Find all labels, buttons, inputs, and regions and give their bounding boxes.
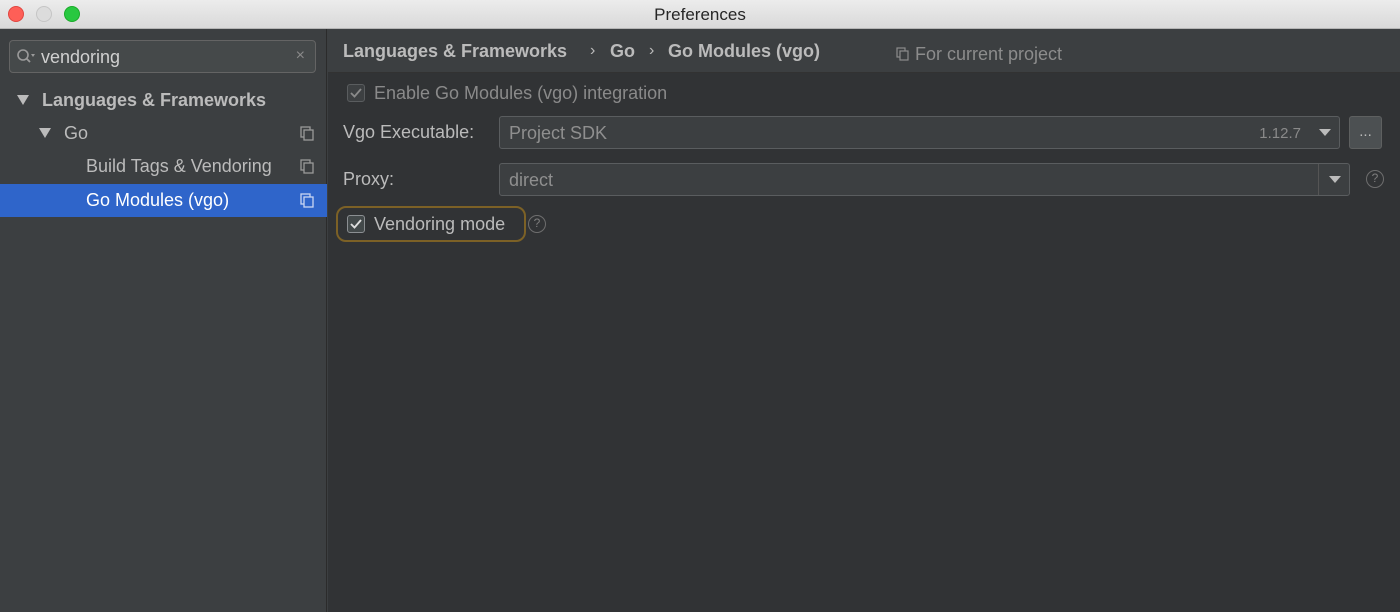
chevron-down-icon[interactable] bbox=[1329, 176, 1341, 184]
enable-go-modules-checkbox[interactable] bbox=[347, 84, 365, 102]
vgo-executable-select[interactable]: Project SDK 1.12.7 bbox=[499, 116, 1340, 149]
vendoring-help-icon[interactable]: ? bbox=[528, 215, 546, 233]
tree-item-go-modules[interactable]: Go Modules (vgo) bbox=[0, 184, 327, 217]
proxy-help-icon[interactable]: ? bbox=[1366, 170, 1384, 188]
vendoring-mode-label[interactable]: Vendoring mode bbox=[374, 214, 505, 235]
project-scope-icon bbox=[300, 159, 314, 174]
search-input[interactable]: vendoring × bbox=[9, 40, 316, 73]
expand-arrow-icon[interactable] bbox=[16, 93, 30, 107]
proxy-value: direct bbox=[509, 170, 554, 190]
proxy-combobox[interactable]: direct bbox=[499, 163, 1350, 196]
vgo-executable-value: Project SDK bbox=[509, 123, 608, 143]
breadcrumb-item[interactable]: Go bbox=[610, 41, 635, 62]
tree-item-label: Go bbox=[64, 123, 89, 143]
check-icon bbox=[350, 219, 362, 229]
vendoring-mode-checkbox[interactable] bbox=[347, 215, 365, 233]
window-title: Preferences bbox=[654, 5, 746, 24]
combo-divider bbox=[1318, 164, 1319, 195]
tree-item-label: Build Tags & Vendoring bbox=[86, 156, 272, 176]
search-icon bbox=[17, 49, 35, 63]
clear-search-icon[interactable]: × bbox=[296, 47, 305, 65]
breadcrumb-item: Go Modules (vgo) bbox=[668, 41, 820, 61]
scope-label: For current project bbox=[915, 44, 1063, 64]
tree-item-label: Languages & Frameworks bbox=[42, 90, 267, 110]
breadcrumb-item[interactable]: Languages & Frameworks bbox=[343, 41, 567, 62]
tree-item-languages-frameworks[interactable]: Languages & Frameworks bbox=[0, 84, 327, 117]
check-icon bbox=[350, 88, 362, 98]
expand-arrow-icon[interactable] bbox=[38, 126, 52, 140]
enable-go-modules-label: Enable Go Modules (vgo) integration bbox=[374, 83, 668, 103]
sdk-version: 1.12.7 bbox=[1259, 125, 1301, 142]
chevron-down-icon bbox=[1319, 129, 1331, 136]
project-scope-icon bbox=[300, 126, 314, 141]
browse-button[interactable]: ... bbox=[1349, 116, 1382, 149]
proxy-label: Proxy: bbox=[343, 169, 395, 189]
project-scope-icon bbox=[300, 193, 314, 208]
breadcrumb: Languages & Frameworks › Go › Go Modules… bbox=[328, 29, 1400, 73]
tree-item-go[interactable]: Go bbox=[0, 117, 327, 150]
breadcrumb-separator: › bbox=[649, 42, 655, 59]
settings-sidebar: vendoring × Languages & Frameworks Go Bu… bbox=[0, 29, 327, 612]
tree-item-label: Go Modules (vgo) bbox=[86, 190, 230, 210]
search-value: vendoring bbox=[41, 47, 121, 67]
title-bar: Preferences bbox=[0, 0, 1400, 29]
settings-panel: Languages & Frameworks › Go › Go Modules… bbox=[328, 29, 1400, 612]
project-scope-icon bbox=[896, 47, 909, 61]
tree-item-build-tags-vendoring[interactable]: Build Tags & Vendoring bbox=[0, 150, 327, 183]
vgo-executable-label: Vgo Executable: bbox=[343, 122, 475, 142]
breadcrumb-separator: › bbox=[590, 42, 596, 59]
